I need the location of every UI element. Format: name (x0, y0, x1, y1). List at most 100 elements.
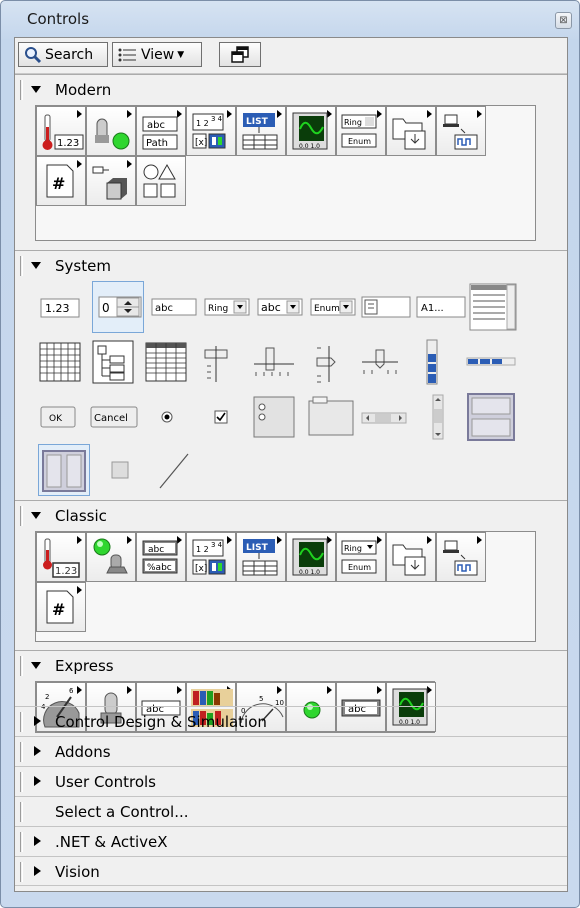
graph-icon[interactable]: 0.0 1.0 (286, 106, 336, 156)
variant-class-icon[interactable]: # (36, 156, 86, 206)
classic-boolean-icon[interactable] (86, 532, 136, 582)
category-vision[interactable]: Vision (15, 856, 567, 886)
restore-palette-button[interactable] (219, 42, 261, 67)
svg-text:Enum: Enum (348, 563, 371, 572)
system-cancel-button[interactable]: Cancel (88, 391, 140, 443)
decorations-icon[interactable] (86, 156, 136, 206)
io-icon[interactable] (436, 106, 486, 156)
search-button[interactable]: Search (18, 42, 108, 67)
system-tab-control[interactable] (305, 391, 357, 443)
system-tree-control[interactable] (88, 336, 140, 388)
system-cancel-label: Cancel (94, 413, 128, 424)
system-radio-buttons-group[interactable] (248, 391, 300, 443)
palette-header-classic[interactable]: Classic (15, 501, 567, 531)
system-vertical-scrollbar[interactable] (411, 391, 463, 443)
grip-handle-icon[interactable] (20, 506, 23, 526)
classic-string-path-icon[interactable]: abc %abc (136, 532, 186, 582)
palette-header-system[interactable]: System (15, 251, 567, 281)
system-numeric-control[interactable]: 1.23 (35, 281, 87, 333)
palette-label-modern: Modern (55, 81, 112, 99)
system-horizontal-pointer-slide[interactable] (354, 336, 406, 388)
grip-handle-icon[interactable] (20, 802, 23, 822)
expand-triangle-icon[interactable] (34, 776, 41, 786)
restore-window-icon (231, 45, 249, 63)
collapse-triangle-icon[interactable] (31, 262, 41, 269)
numeric-icon[interactable]: 1.23 (36, 106, 86, 156)
system-horizontal-scrollbar[interactable] (358, 391, 410, 443)
classic-io-icon[interactable] (436, 532, 486, 582)
grip-handle-icon[interactable] (20, 656, 23, 676)
system-path-control[interactable]: A1... (415, 281, 467, 333)
collapse-triangle-icon[interactable] (31, 662, 41, 669)
system-ring-control[interactable]: Ring (201, 281, 253, 333)
expand-triangle-icon[interactable] (34, 746, 41, 756)
svg-text:0.0 1.0: 0.0 1.0 (299, 569, 320, 576)
system-flat-box-decoration (94, 444, 146, 496)
svg-text:#: # (52, 600, 65, 619)
title-bar[interactable]: Controls ⊠ (1, 1, 579, 37)
system-spin-value: 0 (102, 301, 110, 315)
system-numeric-text: 1.23 (45, 302, 70, 315)
grip-handle-icon[interactable] (20, 256, 23, 276)
grip-handle-icon[interactable] (20, 832, 23, 852)
expand-triangle-icon[interactable] (34, 836, 41, 846)
grip-handle-icon[interactable] (20, 712, 23, 732)
collapse-triangle-icon[interactable] (31, 86, 41, 93)
system-enum-control[interactable]: Enum (307, 281, 359, 333)
system-ok-button[interactable]: OK (35, 391, 87, 443)
system-vertical-splitter-pane[interactable] (465, 391, 517, 443)
system-path-text: A1... (421, 303, 444, 314)
system-vertical-slide[interactable] (195, 336, 247, 388)
string-path-icon[interactable]: abc Path (136, 106, 186, 156)
category-net-activex[interactable]: .NET & ActiveX (15, 826, 567, 856)
svg-text:6: 6 (69, 687, 74, 695)
system-spinner-control[interactable]: 0 (92, 281, 144, 333)
classic-ring-enum-icon[interactable]: Ring Enum (336, 532, 386, 582)
system-table-control[interactable] (35, 336, 87, 388)
system-checkbox[interactable] (195, 391, 247, 443)
classic-list-table-tree-icon[interactable]: LIST (236, 532, 286, 582)
system-listbox-control[interactable] (467, 281, 519, 333)
search-button-label: Search (45, 46, 94, 63)
system-ok-label: OK (49, 414, 63, 424)
expand-triangle-icon[interactable] (34, 866, 41, 876)
system-string-control[interactable]: abc (148, 281, 200, 333)
svg-text:3 4: 3 4 (211, 541, 223, 549)
system-horizontal-splitter-pane[interactable] (38, 444, 90, 496)
palette-header-modern[interactable]: Modern (15, 75, 567, 105)
classic-array-matrix-cluster-icon[interactable]: 1 23 4 [x] (186, 532, 236, 582)
view-button[interactable]: View ▼ (112, 42, 202, 67)
collapse-triangle-icon[interactable] (31, 512, 41, 519)
system-progress-bar-horizontal (465, 336, 517, 388)
palette-header-express[interactable]: Express (15, 651, 567, 681)
system-vertical-pointer-slide[interactable] (301, 336, 353, 388)
close-button[interactable]: ⊠ (555, 12, 572, 29)
palette-modern: Modern 1.23 abc Path 1 23 4 [x] LIST 0.0 1… (15, 74, 567, 250)
palette-content: Search View ▼ Modern 1.23 abc Path 1 2 3… (14, 37, 568, 892)
system-combo-box[interactable]: abc (254, 281, 306, 333)
classic-containers-icon[interactable] (386, 532, 436, 582)
expand-triangle-icon[interactable] (34, 716, 41, 726)
grip-handle-icon[interactable] (20, 862, 23, 882)
system-horizontal-slide[interactable] (248, 336, 300, 388)
classic-graph-icon[interactable]: 0.0 1.0 (286, 532, 336, 582)
svg-text:1 2: 1 2 (196, 545, 209, 554)
system-multicolumn-listbox[interactable] (141, 336, 193, 388)
system-radio-button[interactable] (141, 391, 193, 443)
system-path-browse-control[interactable] (360, 281, 412, 333)
grip-handle-icon[interactable] (20, 772, 23, 792)
category-addons[interactable]: Addons (15, 736, 567, 766)
classic-numeric-icon[interactable]: 1.23 (36, 532, 86, 582)
list-table-tree-icon[interactable]: LIST (236, 106, 286, 156)
grip-handle-icon[interactable] (20, 742, 23, 762)
category-select-a-control[interactable]: Select a Control... (15, 796, 567, 826)
category-control-design-simulation[interactable]: Control Design & Simulation (15, 706, 567, 736)
category-user-controls[interactable]: User Controls (15, 766, 567, 796)
containers-icon[interactable] (386, 106, 436, 156)
array-matrix-cluster-icon[interactable]: 1 23 4 [x] (186, 106, 236, 156)
classic-refnum-icon[interactable]: # (36, 582, 86, 632)
grip-handle-icon[interactable] (20, 80, 23, 100)
view-button-label: View (141, 46, 175, 63)
ring-enum-icon[interactable]: Ring Enum (336, 106, 386, 156)
boolean-icon[interactable] (86, 106, 136, 156)
